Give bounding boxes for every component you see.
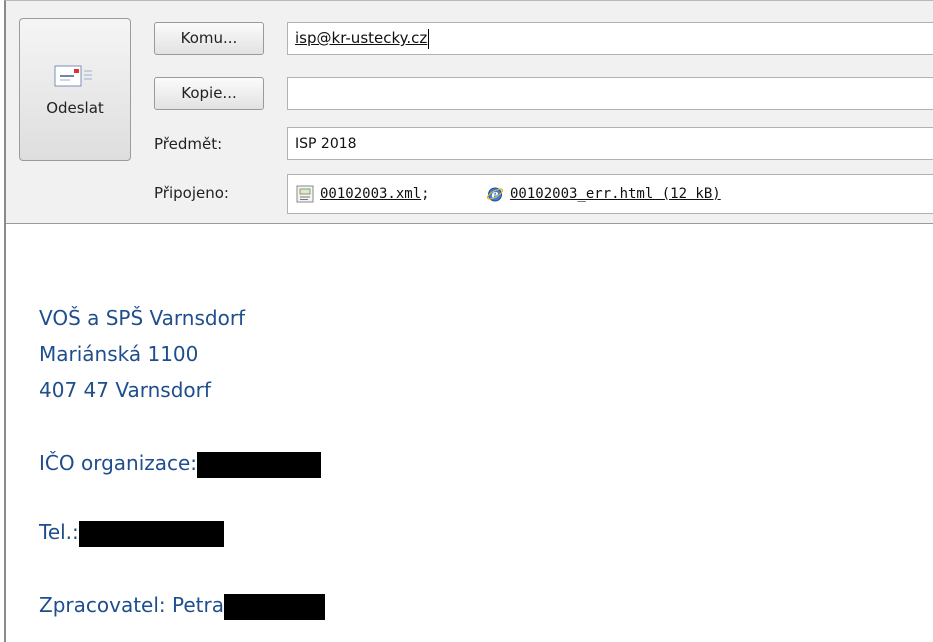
compose-window: Odeslat Komu... isp@kr-ustecky.cz Kopie.… <box>4 0 933 642</box>
subject-label: Předmět: <box>154 135 223 153</box>
subject-field[interactable]: ISP 2018 <box>287 127 933 160</box>
internet-explorer-icon: e <box>486 187 504 202</box>
to-field[interactable]: isp@kr-ustecky.cz <box>287 22 933 55</box>
text-cursor <box>428 28 430 49</box>
send-button[interactable]: Odeslat <box>19 18 131 161</box>
attachment-xml[interactable]: 00102003.xml; <box>296 175 430 213</box>
to-address: isp@kr-ustecky.cz <box>295 29 428 47</box>
xml-file-icon <box>296 185 314 203</box>
body-line-2: Mariánská 1100 <box>39 342 199 366</box>
author-label: Zpracovatel: Petra <box>39 593 224 617</box>
to-button[interactable]: Komu... <box>154 22 264 55</box>
attachments-label: Připojeno: <box>154 184 229 202</box>
send-label: Odeslat <box>46 99 104 117</box>
redacted-phone <box>78 520 224 547</box>
attachment-xml-name: 00102003.xml <box>320 186 422 202</box>
cc-button[interactable]: Kopie... <box>154 77 264 110</box>
send-email-icon <box>54 65 92 87</box>
attachments-field: 00102003.xml; e 00102003_err.html (12 kB… <box>287 174 933 214</box>
author-line: Zpracovatel: Petra <box>39 593 325 620</box>
subject-value: ISP 2018 <box>295 136 357 152</box>
redacted-surname <box>223 593 325 620</box>
tel-label: Tel.: <box>39 520 79 544</box>
body-line-1: VOŠ a SPŠ Varnsdorf <box>39 306 246 330</box>
message-header: Odeslat Komu... isp@kr-ustecky.cz Kopie.… <box>6 1 933 224</box>
attachment-separator: ; <box>421 186 430 202</box>
cc-field[interactable] <box>287 77 933 110</box>
tel-line: Tel.: <box>39 520 224 547</box>
attachment-html-name: 00102003_err.html (12 kB) <box>510 186 721 202</box>
redacted-ico <box>197 451 322 478</box>
attachment-html[interactable]: e 00102003_err.html (12 kB) <box>486 175 721 213</box>
ico-label: IČO organizace: <box>39 451 198 475</box>
ico-line: IČO organizace: <box>39 451 322 478</box>
body-line-3: 407 47 Varnsdorf <box>39 378 211 402</box>
